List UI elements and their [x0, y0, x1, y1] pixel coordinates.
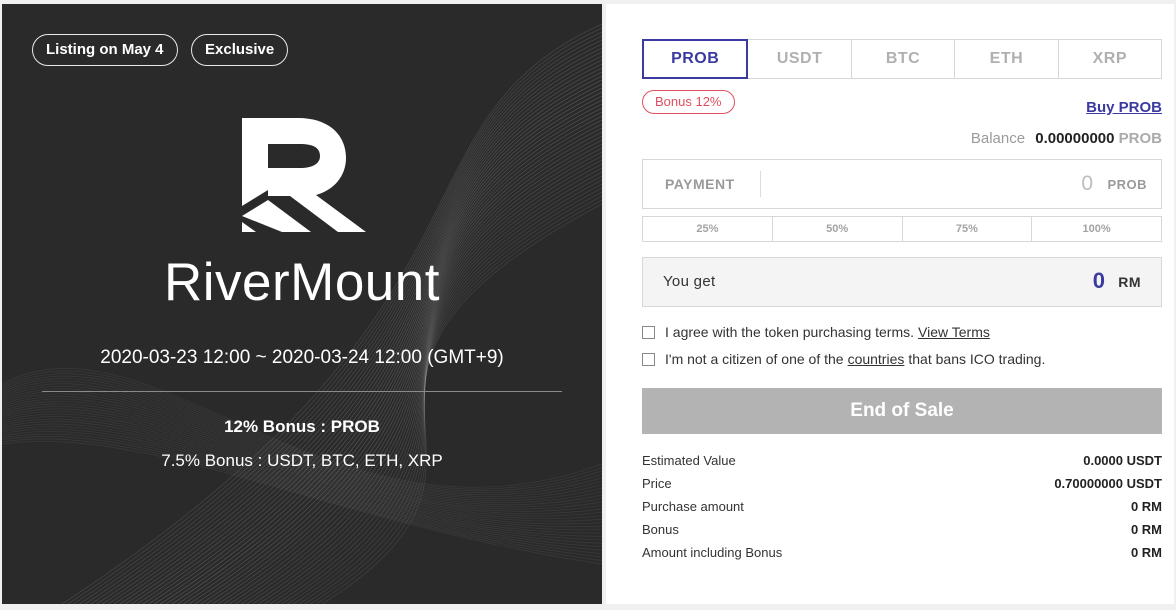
summary-label: Purchase amount: [642, 499, 744, 514]
summary-label: Bonus: [642, 522, 679, 537]
countries-link[interactable]: countries: [848, 351, 905, 367]
tab-xrp[interactable]: XRP: [1057, 39, 1163, 79]
summary-row: Price 0.70000000 USDT: [642, 476, 1162, 499]
summary-row: Estimated Value 0.0000 USDT: [642, 453, 1162, 476]
terms-text: I agree with the token purchasing terms.: [665, 324, 915, 340]
tab-eth[interactable]: ETH: [954, 39, 1059, 79]
percent-50-button[interactable]: 50%: [771, 216, 903, 242]
citizen-text-prefix: I'm not a citizen of one of the: [665, 351, 844, 367]
you-get-value: 0: [1092, 268, 1105, 293]
you-get-label: You get: [663, 273, 716, 290]
secondary-bonus-text: 7.5% Bonus : USDT, BTC, ETH, XRP: [161, 451, 443, 470]
brand-name: RiverMount: [164, 253, 440, 312]
tab-usdt[interactable]: USDT: [747, 39, 852, 79]
summary-value: 0 RM: [1130, 545, 1162, 560]
percent-25-button[interactable]: 25%: [642, 216, 773, 242]
currency-tabs: PROB USDT BTC ETH XRP: [642, 39, 1163, 79]
summary-row: Bonus 0 RM: [642, 522, 1162, 545]
bonus-badge: Bonus 12%: [642, 90, 735, 114]
payment-input[interactable]: 0: [1081, 172, 1093, 196]
tab-btc[interactable]: BTC: [850, 39, 956, 79]
payment-separator: [760, 171, 761, 197]
rivermount-r-logo-icon: [242, 118, 366, 232]
balance-unit: PROB: [1118, 130, 1162, 147]
terms-checkbox[interactable]: [642, 326, 655, 339]
summary-row: Amount including Bonus 0 RM: [642, 545, 1162, 568]
payment-label: PAYMENT: [665, 176, 735, 192]
summary-label: Estimated Value: [642, 453, 736, 468]
summary-row: Purchase amount 0 RM: [642, 499, 1162, 522]
payment-unit: PROB: [1107, 177, 1147, 192]
exclusive-badge: Exclusive: [191, 34, 289, 66]
sale-period: 2020-03-23 12:00 ~ 2020-03-24 12:00 (GMT…: [100, 347, 504, 368]
summary-value: 0.70000000 USDT: [1054, 476, 1162, 491]
sale-hero-panel: Listing on May 4 Exclusive RiverMount 20…: [2, 4, 602, 604]
hero-divider: [42, 391, 562, 392]
payment-field[interactable]: PAYMENT 0 PROB: [642, 159, 1162, 209]
listing-date-badge: Listing on May 4: [32, 34, 178, 66]
you-get-display: You get 0 RM: [642, 257, 1162, 307]
terms-agreement-row: I agree with the token purchasing terms.…: [642, 324, 990, 340]
summary-value: 0.0000 USDT: [1083, 453, 1162, 468]
purchase-summary: Estimated Value 0.0000 USDT Price 0.700000…: [642, 453, 1162, 568]
end-of-sale-button[interactable]: End of Sale: [642, 388, 1162, 434]
tab-prob[interactable]: PROB: [642, 39, 749, 79]
percent-buttons: 25% 50% 75% 100%: [642, 216, 1162, 242]
summary-value: 0 RM: [1130, 499, 1162, 514]
balance-display: Balance 0.00000000 PROB: [971, 130, 1162, 147]
view-terms-link[interactable]: View Terms: [918, 324, 990, 340]
summary-value: 0 RM: [1130, 522, 1162, 537]
balance-label: Balance: [970, 130, 1026, 147]
balance-value: 0.00000000: [1035, 130, 1115, 147]
buy-prob-link[interactable]: Buy PROB: [1086, 99, 1162, 116]
citizen-text-suffix: that bans ICO trading.: [908, 351, 1046, 367]
purchase-panel: PROB USDT BTC ETH XRP Bonus 12% Buy PROB…: [606, 4, 1174, 604]
percent-75-button[interactable]: 75%: [901, 216, 1033, 242]
you-get-unit: RM: [1118, 274, 1141, 290]
summary-label: Price: [642, 476, 672, 491]
citizen-agreement-row: I'm not a citizen of one of the countries…: [642, 351, 1045, 367]
percent-100-button[interactable]: 100%: [1031, 216, 1162, 242]
primary-bonus-text: 12% Bonus : PROB: [224, 417, 380, 436]
citizen-checkbox[interactable]: [642, 353, 655, 366]
summary-label: Amount including Bonus: [642, 545, 783, 560]
